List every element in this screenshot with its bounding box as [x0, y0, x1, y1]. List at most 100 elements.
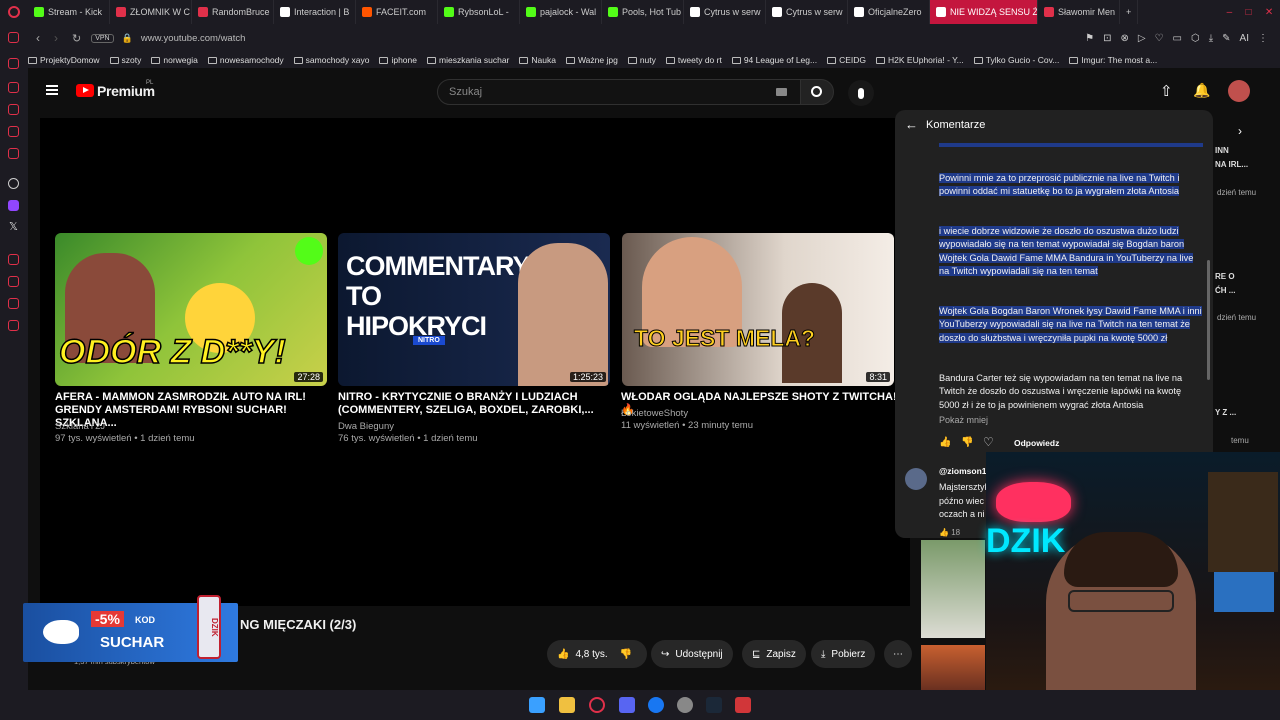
- related-title[interactable]: INN: [1215, 146, 1229, 155]
- chevron-right-icon[interactable]: ›: [1238, 124, 1242, 138]
- windows-start-icon[interactable]: [529, 697, 545, 713]
- browser-tab[interactable]: Cytrus w serw: [684, 0, 766, 24]
- back-arrow-icon[interactable]: ←: [905, 117, 918, 132]
- browser-tab[interactable]: RybsonLoL -: [438, 0, 520, 24]
- reply-button[interactable]: Odpowiedz: [1014, 438, 1059, 448]
- related-thumbnail[interactable]: [921, 540, 985, 638]
- more-actions-button[interactable]: ⋯: [884, 640, 912, 668]
- sidebar-icon[interactable]: [8, 148, 19, 159]
- video-thumbnail[interactable]: COMMENTARY TO HIPOKRYCI NITRO 1:25:23: [338, 233, 610, 386]
- bookmark-item[interactable]: norwegia: [151, 55, 198, 65]
- hamburger-menu-icon[interactable]: [46, 85, 58, 95]
- video-title[interactable]: NITRO - KRYTYCZNIE O BRANŻY I LUDZIACH (…: [338, 391, 618, 417]
- heart-icon[interactable]: ♡: [1155, 33, 1164, 44]
- file-explorer-icon[interactable]: [559, 697, 575, 713]
- browser-tab[interactable]: pajalock - Wal: [520, 0, 602, 24]
- browser-tab[interactable]: ZŁOMNIK W C: [110, 0, 192, 24]
- bookmark-item[interactable]: CEIDG: [827, 55, 866, 65]
- sidebar-icon[interactable]: [8, 58, 19, 69]
- browser-tab[interactable]: RandomBruce: [192, 0, 274, 24]
- facebook-icon[interactable]: [648, 697, 664, 713]
- keyboard-icon[interactable]: [776, 88, 787, 96]
- bookmark-icon[interactable]: ⚑: [1085, 33, 1094, 44]
- play-icon[interactable]: ▷: [1138, 33, 1146, 44]
- url-field[interactable]: www.youtube.com/watch: [141, 33, 246, 44]
- sidebar-icon[interactable]: [8, 298, 19, 309]
- bookmark-item[interactable]: nuty: [627, 55, 656, 65]
- bookmark-item[interactable]: Tylko Gucio - Cov...: [973, 55, 1059, 65]
- video-thumbnail[interactable]: TO JEST MELA? 8:31: [622, 233, 894, 386]
- download-button[interactable]: ⤓ Pobierz: [811, 640, 876, 668]
- bookmark-item[interactable]: Ważne jpg: [565, 55, 618, 65]
- browser-tab[interactable]: Sławomir Men: [1038, 0, 1120, 24]
- bookmark-item[interactable]: ProjektyDomow: [28, 55, 100, 65]
- browser-tab[interactable]: OficjalneZero: [848, 0, 930, 24]
- show-less-link[interactable]: Pokaż mniej: [939, 415, 988, 425]
- ai-button[interactable]: AI: [1240, 33, 1249, 44]
- menu-icon[interactable]: ⋮: [1258, 33, 1268, 44]
- browser-tab[interactable]: FACEIT.com: [356, 0, 438, 24]
- video-thumbnail[interactable]: ODÓR Z D**Y! 27:28: [55, 233, 327, 386]
- share-button[interactable]: ↪ Udostępnij: [651, 640, 733, 668]
- sidebar-icon[interactable]: [8, 126, 19, 137]
- discord-icon[interactable]: [619, 697, 635, 713]
- avatar[interactable]: [1228, 80, 1250, 102]
- download-icon[interactable]: ⤓: [1209, 33, 1213, 44]
- block-icon[interactable]: ⊗: [1120, 33, 1128, 44]
- dislike-icon[interactable]: 👎: [620, 649, 632, 660]
- bookmark-item[interactable]: tweety do rt: [665, 55, 722, 65]
- new-tab-button[interactable]: +: [1120, 0, 1139, 24]
- sidebar-icon[interactable]: [8, 276, 19, 287]
- like-icon[interactable]: 👍: [939, 437, 951, 448]
- search-input[interactable]: Szukaj: [437, 79, 801, 105]
- vpn-badge[interactable]: VPN: [91, 33, 114, 43]
- browser-tab[interactable]: NIE WIDZĄ SENSU ŻYCIA: [930, 0, 1038, 24]
- save-button[interactable]: ⊑ Zapisz: [742, 640, 806, 668]
- back-arrow-icon[interactable]: ‹: [36, 31, 40, 45]
- browser-tab[interactable]: Stream - Kick: [28, 0, 110, 24]
- wallet-icon[interactable]: ▭: [1173, 33, 1182, 44]
- extensions-icon[interactable]: ⬡: [1191, 33, 1200, 44]
- related-title[interactable]: NA IRL...: [1215, 160, 1248, 169]
- steam-icon[interactable]: [706, 697, 722, 713]
- bookmark-item[interactable]: Imgur: The most a...: [1069, 55, 1157, 65]
- bookmark-item[interactable]: iphone: [379, 55, 417, 65]
- screenshot-icon[interactable]: ⊡: [1103, 33, 1111, 44]
- related-title[interactable]: ĆH ...: [1215, 286, 1235, 295]
- bookmark-item[interactable]: H2K EUphoria! - Y...: [876, 55, 964, 65]
- heart-icon[interactable]: ♡: [983, 435, 994, 449]
- opera-icon[interactable]: [589, 697, 605, 713]
- sidebar-icon[interactable]: [8, 82, 19, 93]
- twitch-icon[interactable]: [8, 200, 19, 211]
- x-icon[interactable]: 𝕏: [9, 220, 18, 233]
- bookmark-item[interactable]: 94 League of Leg...: [731, 55, 817, 65]
- related-thumbnail[interactable]: [921, 645, 985, 690]
- sidebar-icon[interactable]: [8, 104, 19, 115]
- related-title[interactable]: Y Z ...: [1215, 408, 1236, 417]
- notifications-bell-icon[interactable]: 🔔: [1193, 82, 1210, 99]
- window-controls[interactable]: – □ ✕: [1220, 7, 1280, 18]
- bookmark-item[interactable]: samochody xayo: [293, 55, 369, 65]
- youtube-logo-icon[interactable]: [76, 84, 94, 97]
- avatar[interactable]: [905, 468, 927, 490]
- scrollbar[interactable]: [1207, 260, 1210, 380]
- back-icon[interactable]: [8, 32, 19, 43]
- riot-icon[interactable]: [735, 697, 751, 713]
- browser-tab[interactable]: Cytrus w serw: [766, 0, 848, 24]
- bookmark-item[interactable]: mieszkania suchar: [427, 55, 509, 65]
- bookmark-item[interactable]: szoty: [109, 55, 141, 65]
- forward-arrow-icon[interactable]: ›: [54, 31, 58, 45]
- reload-icon[interactable]: ↻: [72, 32, 81, 45]
- settings-icon[interactable]: [8, 320, 19, 331]
- microphone-button[interactable]: [848, 80, 874, 106]
- upload-icon[interactable]: ⇧: [1160, 82, 1173, 100]
- pin-icon[interactable]: ✎: [1222, 33, 1230, 44]
- browser-tab[interactable]: Pools, Hot Tub: [602, 0, 684, 24]
- app-icon[interactable]: [677, 697, 693, 713]
- search-button[interactable]: [800, 79, 834, 105]
- like-button[interactable]: 👍 4,8 tys. 👎: [547, 640, 647, 668]
- dislike-icon[interactable]: 👎: [961, 437, 973, 448]
- related-title[interactable]: RE O: [1215, 272, 1235, 281]
- opera-logo-icon[interactable]: [0, 0, 28, 24]
- browser-tab[interactable]: Interaction | B: [274, 0, 356, 24]
